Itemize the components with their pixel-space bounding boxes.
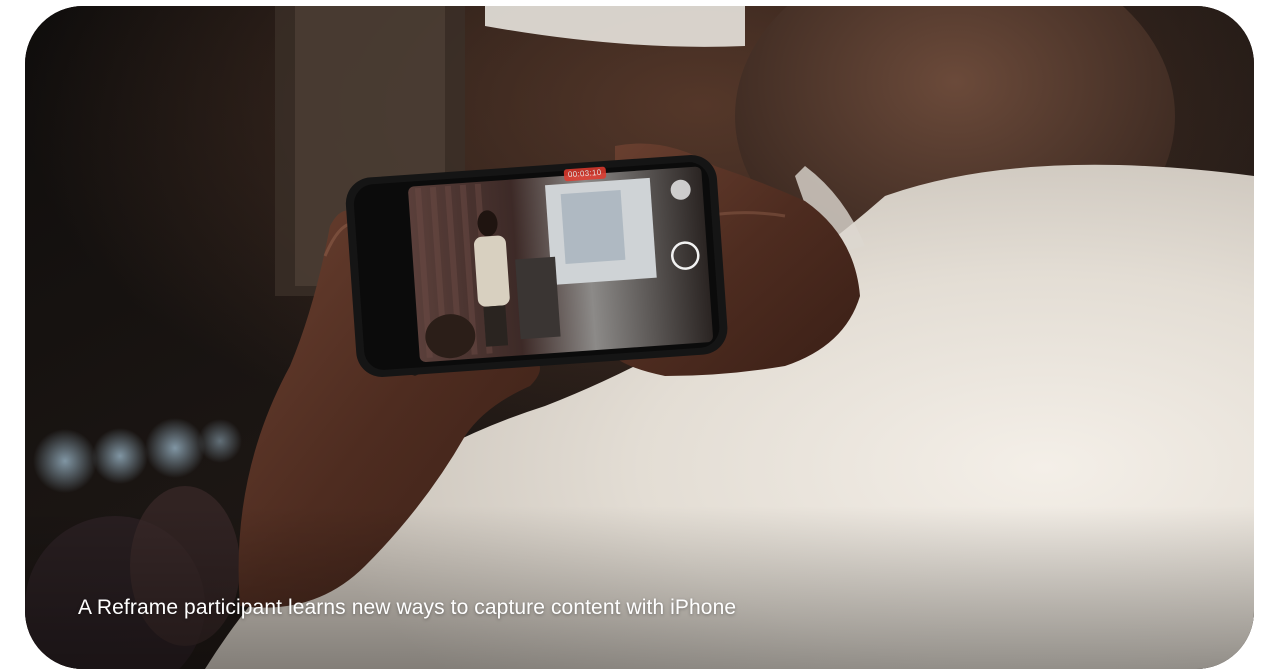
photo-caption: A Reframe participant learns new ways to… bbox=[78, 596, 737, 619]
event-photo bbox=[25, 6, 1254, 669]
photo-card: 00:03:10 bbox=[25, 6, 1254, 669]
